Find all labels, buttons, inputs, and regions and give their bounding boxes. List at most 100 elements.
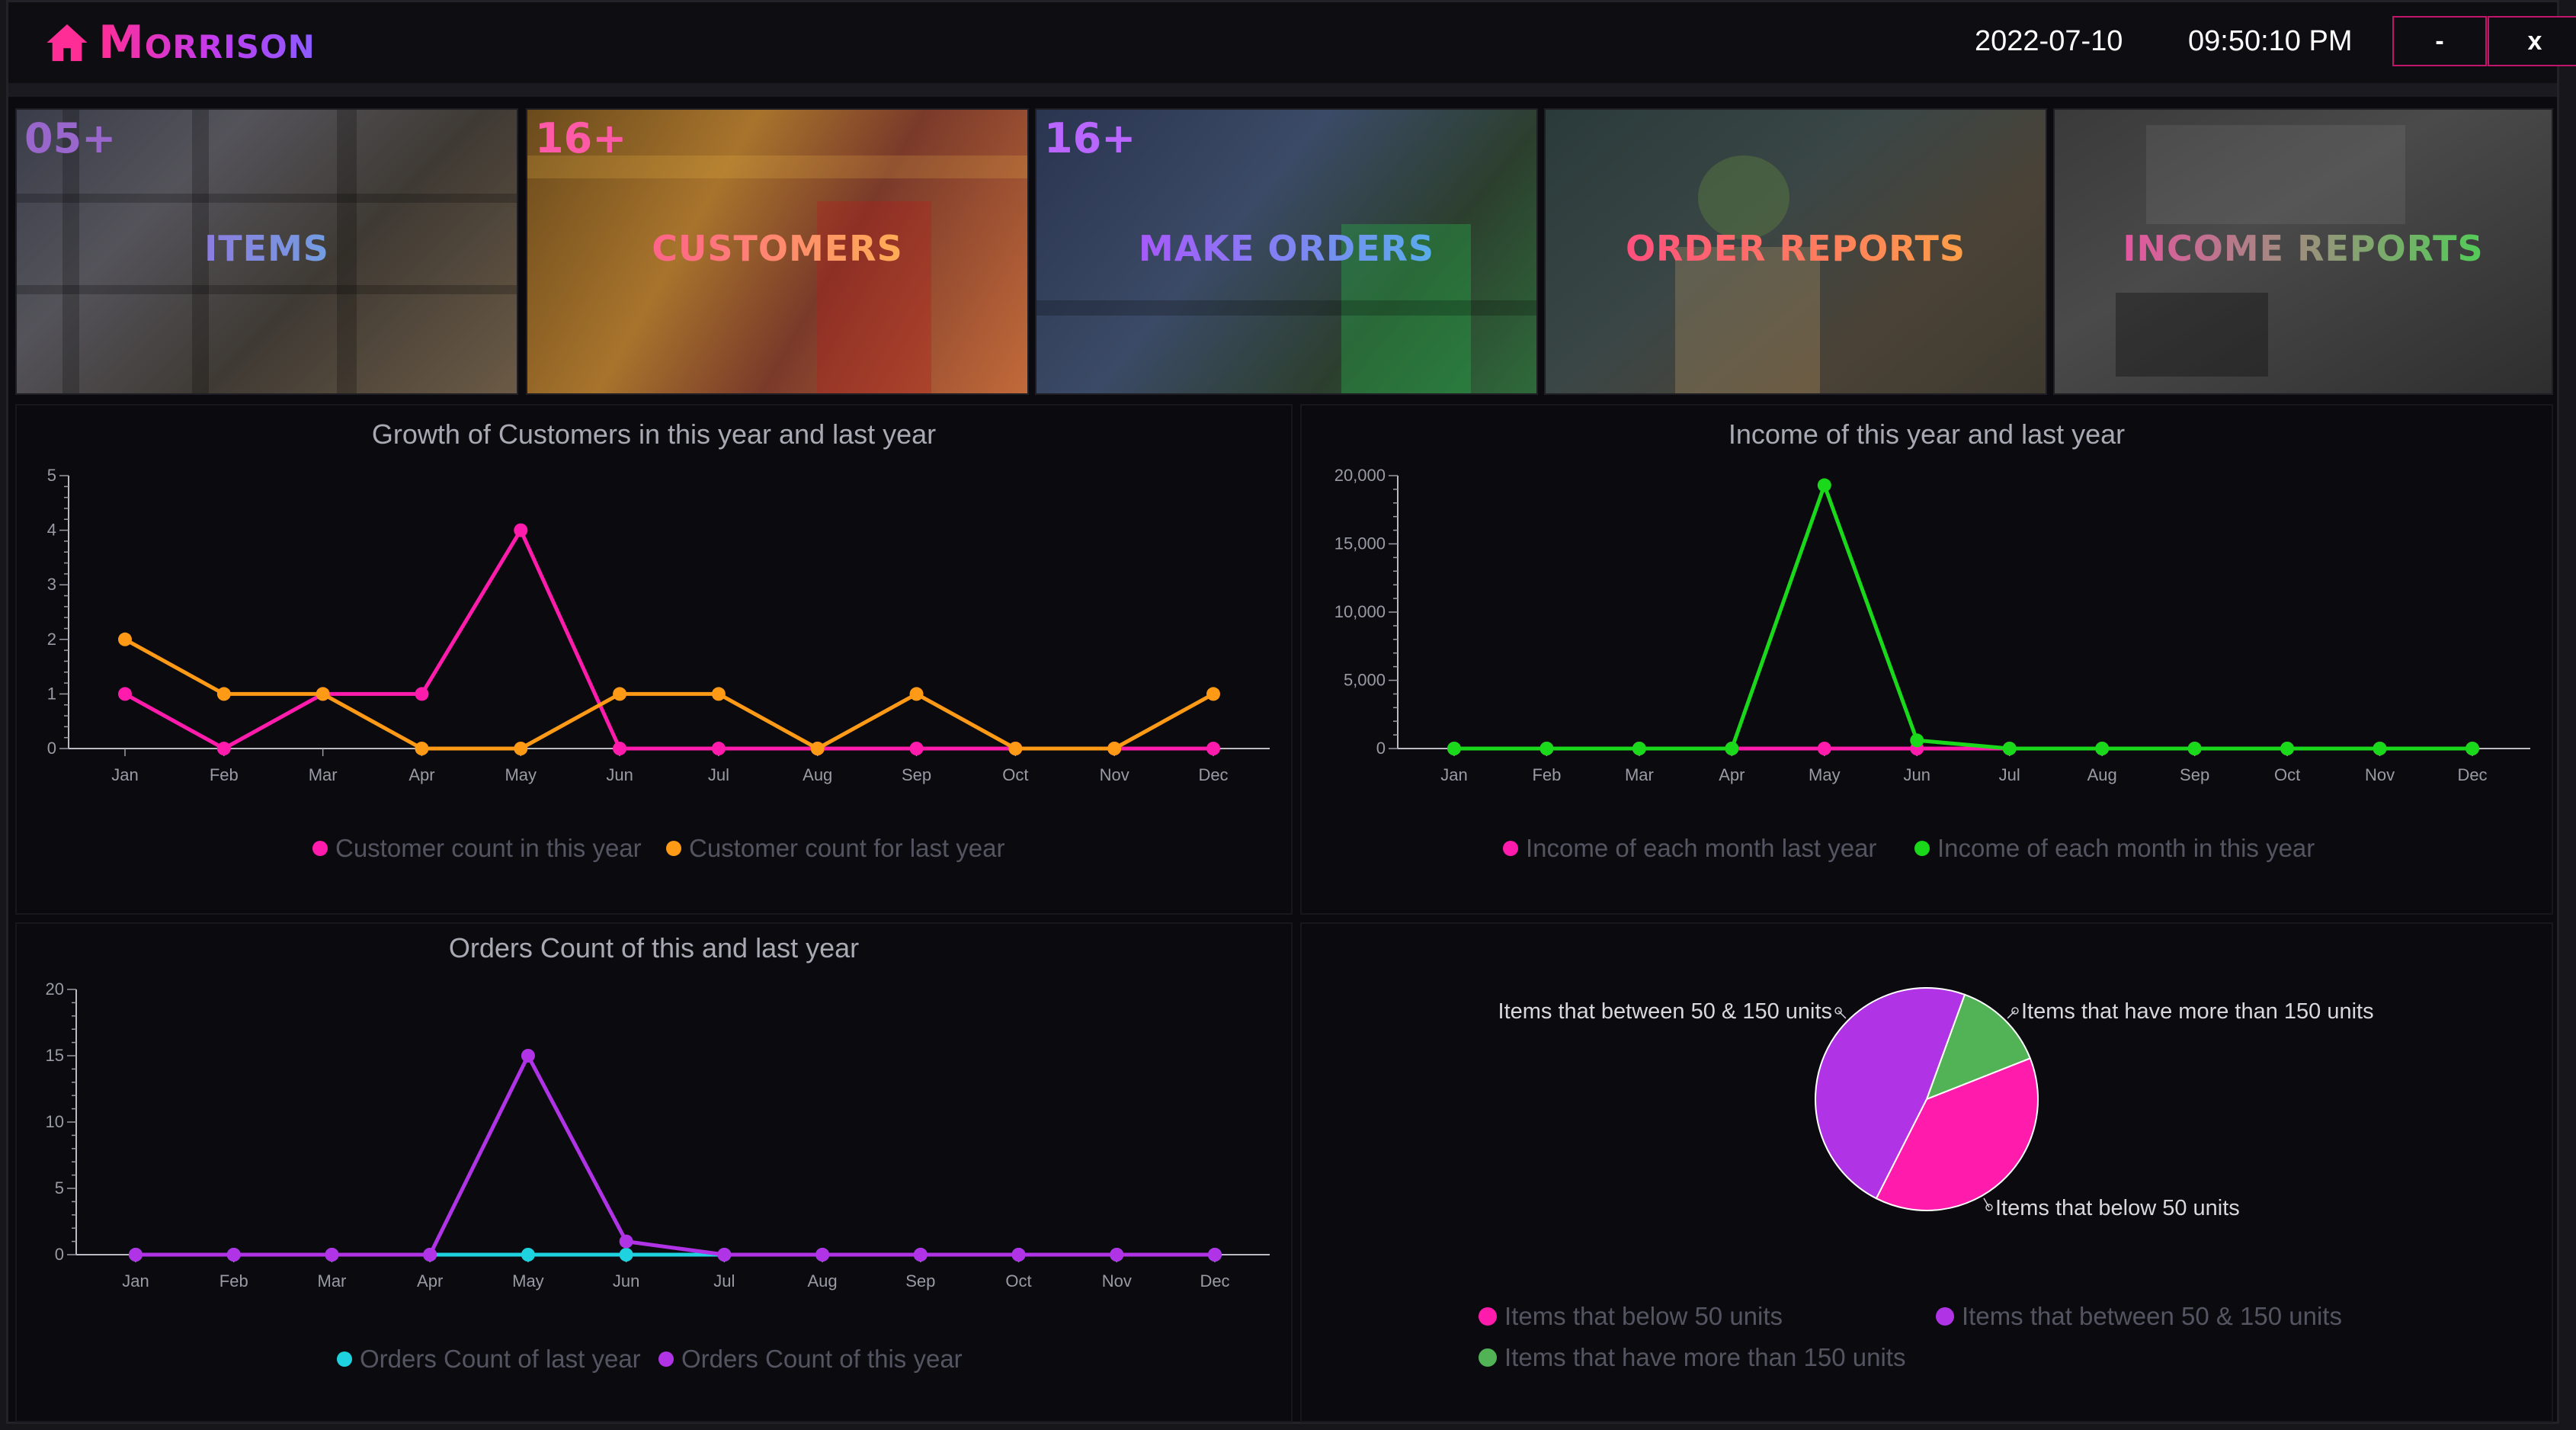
- data-point: [1208, 1248, 1222, 1262]
- minimize-button[interactable]: -: [2392, 16, 2487, 66]
- x-tick-label: Jun: [1904, 765, 1930, 784]
- order-reports-tile[interactable]: ORDER REPORTS: [1544, 108, 2047, 395]
- data-point: [521, 1049, 535, 1063]
- x-tick-label: Jan: [1440, 765, 1467, 784]
- callout-dot: [2011, 1007, 2019, 1015]
- home-icon: [46, 24, 88, 62]
- callout-dot: [1985, 1204, 1993, 1211]
- data-point: [1725, 742, 1739, 755]
- x-tick-label: Aug: [808, 1271, 838, 1291]
- data-point: [316, 687, 330, 701]
- title-bar: Morrison 2022-07-10 09:50:10 PM - x: [8, 2, 2576, 83]
- y-tick-label: 4: [47, 521, 56, 540]
- pie-callout-label: Items that between 50 & 150 units: [1498, 999, 1833, 1024]
- income-chart: Income of this year and last year 0 5,000 1…: [1334, 418, 2530, 862]
- x-tick-label: Jul: [713, 1271, 735, 1291]
- chart-title: Growth of Customers in this year and las…: [372, 418, 936, 450]
- x-tick-label: Jun: [606, 765, 633, 784]
- x-tick-label: Dec: [1200, 1271, 1229, 1291]
- data-point: [913, 1248, 928, 1262]
- legend-label: Income of each month last year: [1526, 834, 1876, 862]
- data-point: [521, 1248, 535, 1262]
- customers-growth-panel: Growth of Customers in this year and las…: [15, 404, 1293, 915]
- app-name: Morrison: [98, 16, 316, 69]
- data-point: [711, 742, 726, 755]
- customers-tile[interactable]: 16+ CUSTOMERS: [526, 108, 1029, 395]
- legend-marker: [337, 1351, 352, 1367]
- items-label: ITEMS: [17, 228, 517, 269]
- x-tick-label: Nov: [2365, 765, 2395, 784]
- data-point: [717, 1248, 732, 1262]
- data-point: [226, 1248, 241, 1262]
- make-orders-label: MAKE ORDERS: [1036, 228, 1536, 269]
- data-point: [1107, 742, 1122, 755]
- x-tick-label: Apr: [409, 765, 434, 784]
- x-tick-label: Jun: [613, 1271, 639, 1291]
- data-point: [415, 687, 429, 701]
- make-orders-tile[interactable]: 16+ MAKE ORDERS: [1035, 108, 1538, 395]
- data-point: [1910, 733, 1924, 748]
- x-tick-label: Nov: [1100, 765, 1129, 784]
- legend-marker: [666, 841, 681, 856]
- data-point: [2465, 742, 2479, 755]
- x-tick-label: Jan: [111, 765, 138, 784]
- y-tick-label: 10: [46, 1112, 64, 1131]
- close-button[interactable]: x: [2488, 16, 2576, 66]
- legend-marker: [1479, 1307, 1497, 1326]
- x-tick-label: Oct: [1005, 1271, 1031, 1291]
- items-stock-panel: Items that between 50 & 150 units Items t…: [1300, 922, 2553, 1422]
- data-point: [2002, 742, 2017, 755]
- legend-label: Items that have more than 150 units: [1504, 1343, 1905, 1371]
- data-point: [1110, 1248, 1124, 1262]
- customers-count: 16+: [535, 114, 627, 162]
- app-logo: Morrison: [45, 14, 316, 71]
- data-point: [909, 687, 924, 701]
- x-tick-label: Dec: [2457, 765, 2487, 784]
- data-point: [1817, 478, 1831, 492]
- y-tick-label: 20,000: [1334, 466, 1386, 485]
- data-point: [711, 687, 726, 701]
- data-point: [514, 523, 528, 537]
- data-point: [2373, 742, 2387, 755]
- current-date: 2022-07-10: [1975, 25, 2123, 57]
- legend-label: Items that below 50 units: [1504, 1302, 1783, 1330]
- data-point: [118, 632, 132, 646]
- title-separator: [8, 83, 2557, 97]
- data-point: [613, 742, 627, 755]
- legend-label: Items that between 50 & 150 units: [1962, 1302, 2342, 1330]
- x-tick-label: Mar: [1625, 765, 1654, 784]
- x-tick-label: Feb: [1532, 765, 1561, 784]
- orders-count-panel: Orders Count of this and last year 0 5 10 15…: [15, 922, 1293, 1422]
- y-tick-label: 20: [46, 980, 64, 999]
- x-tick-label: Jul: [1999, 765, 2020, 784]
- data-point: [1011, 1248, 1026, 1262]
- legend-marker: [1936, 1307, 1954, 1326]
- legend-marker: [1914, 841, 1930, 856]
- x-tick-label: Apr: [417, 1271, 443, 1291]
- legend-label: Income of each month in this year: [1937, 834, 2315, 862]
- data-point: [2095, 742, 2110, 755]
- x-tick-label: Apr: [1719, 765, 1745, 784]
- x-tick-label: Oct: [2274, 765, 2300, 784]
- data-point: [423, 1248, 437, 1262]
- data-point: [619, 1234, 633, 1249]
- y-tick-label: 0: [1376, 739, 1386, 758]
- items-tile[interactable]: 05+ ITEMS: [15, 108, 518, 395]
- series-line-income-of-each-month-in-this-year: [1454, 483, 2472, 751]
- data-point: [1817, 742, 1831, 755]
- data-point: [216, 742, 231, 755]
- x-tick-label: May: [512, 1271, 544, 1291]
- income-reports-tile[interactable]: INCOME REPORTS: [2053, 108, 2553, 395]
- income-reports-label: INCOME REPORTS: [2055, 228, 2552, 269]
- chart-title: Income of this year and last year: [1729, 418, 2125, 450]
- data-point: [129, 1248, 143, 1262]
- legend-label: Customer count for last year: [689, 834, 1005, 862]
- legend-label: Orders Count of last year: [360, 1345, 641, 1373]
- x-tick-label: Mar: [309, 765, 338, 784]
- items-stock-pie: Items that between 50 & 150 units Items t…: [1479, 987, 2374, 1371]
- x-tick-label: Aug: [803, 765, 832, 784]
- x-tick-label: Feb: [210, 765, 239, 784]
- data-point: [909, 742, 924, 755]
- data-point: [415, 742, 429, 755]
- orders-count-chart: Orders Count of this and last year 0 5 10 15…: [46, 932, 1270, 1373]
